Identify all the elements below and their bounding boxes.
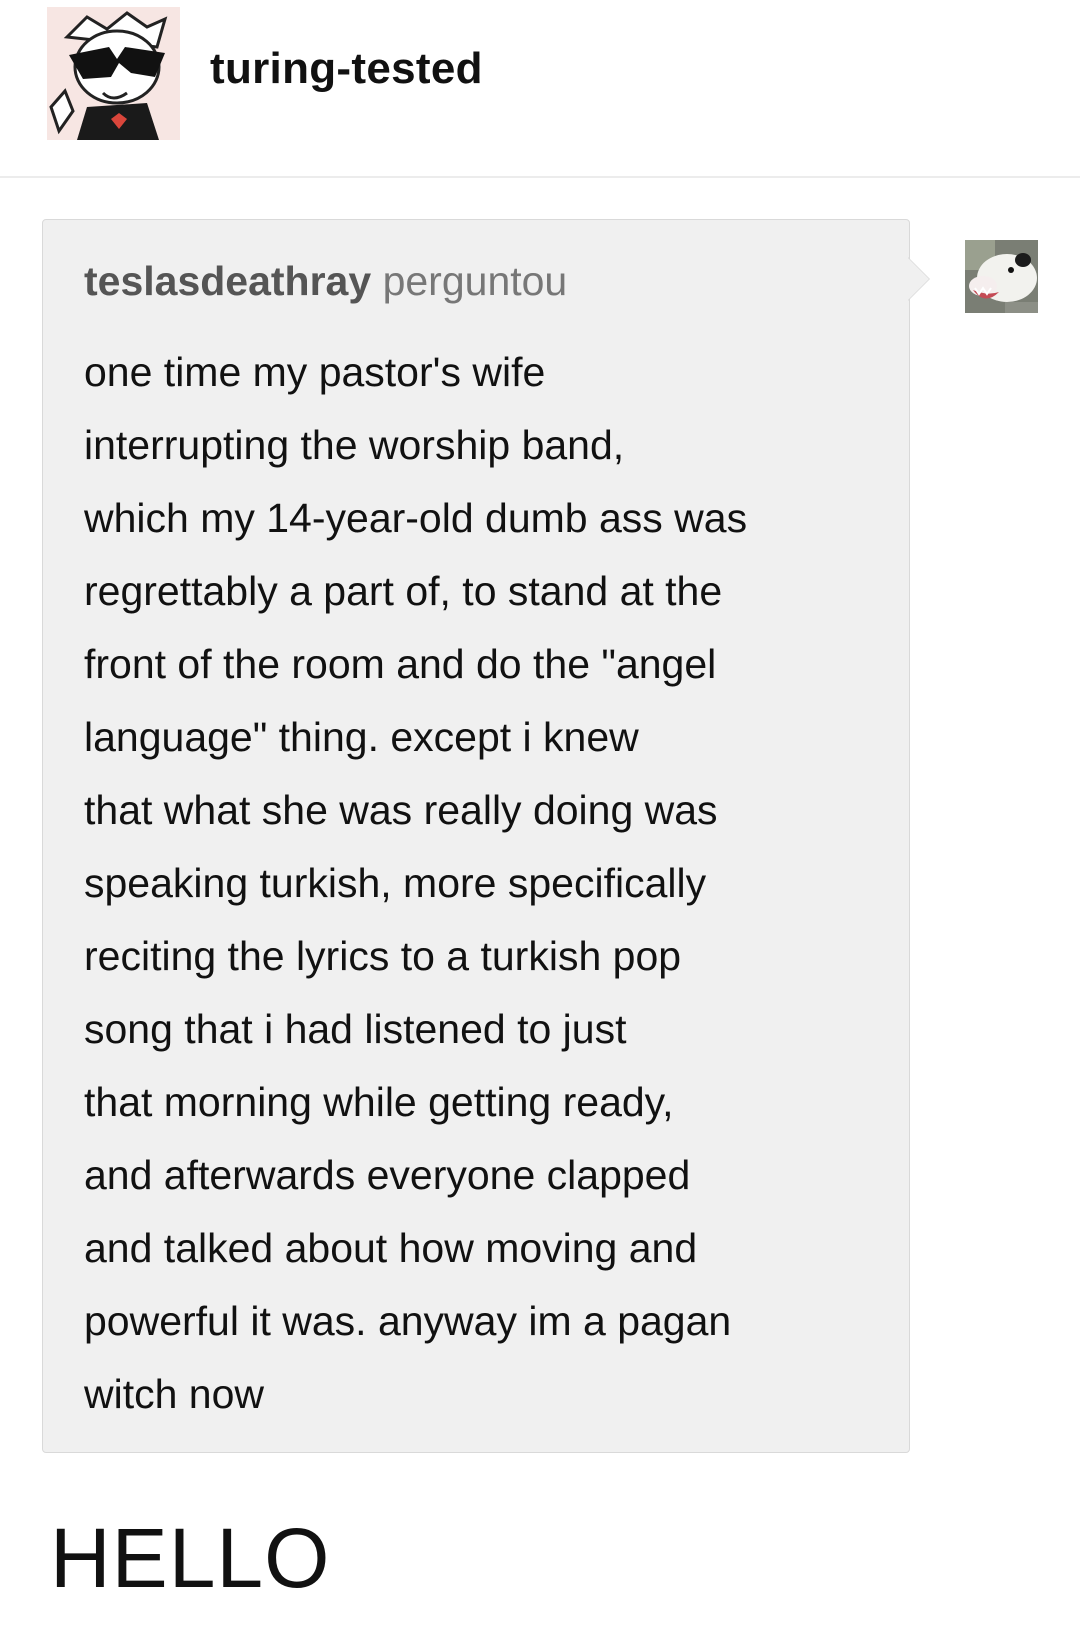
ask-line: regrettably a part of, to stand at the: [84, 568, 723, 614]
asked-label: perguntou: [382, 258, 568, 304]
ask-heading: teslasdeathray perguntou: [84, 258, 567, 305]
ask-line: song that i had listened to just: [84, 1006, 627, 1052]
ask-line: that morning while getting ready,: [84, 1079, 674, 1125]
ask-question: one time my pastor's wife interrupting t…: [84, 336, 884, 1431]
ask-line: front of the room and do the "angel: [84, 641, 717, 687]
ask-line: reciting the lyrics to a turkish pop: [84, 933, 682, 979]
ask-line: and afterwards everyone clapped: [84, 1152, 691, 1198]
ask-line: which my 14-year-old dumb ass was: [84, 495, 748, 541]
ask-line: one time my pastor's wife: [84, 349, 546, 395]
ask-line: interrupting the worship band,: [84, 422, 625, 468]
ask-line: witch now: [84, 1371, 265, 1417]
blog-name[interactable]: turing-tested: [210, 44, 483, 94]
ask-pointer-fill: [908, 258, 929, 300]
ask-line: language" thing. except i knew: [84, 714, 639, 760]
blog-avatar-icon[interactable]: [47, 7, 180, 140]
asker-name[interactable]: teslasdeathray: [84, 258, 371, 304]
answer-text: HELLO: [50, 1511, 331, 1605]
post-header: turing-tested: [0, 0, 1080, 178]
ask-line: and talked about how moving and: [84, 1225, 698, 1271]
ask-line: powerful it was. anyway im a pagan: [84, 1298, 732, 1344]
ask-line: that what she was really doing was: [84, 787, 718, 833]
ask-line: speaking turkish, more specifically: [84, 860, 707, 906]
asker-avatar-icon[interactable]: [965, 240, 1038, 313]
